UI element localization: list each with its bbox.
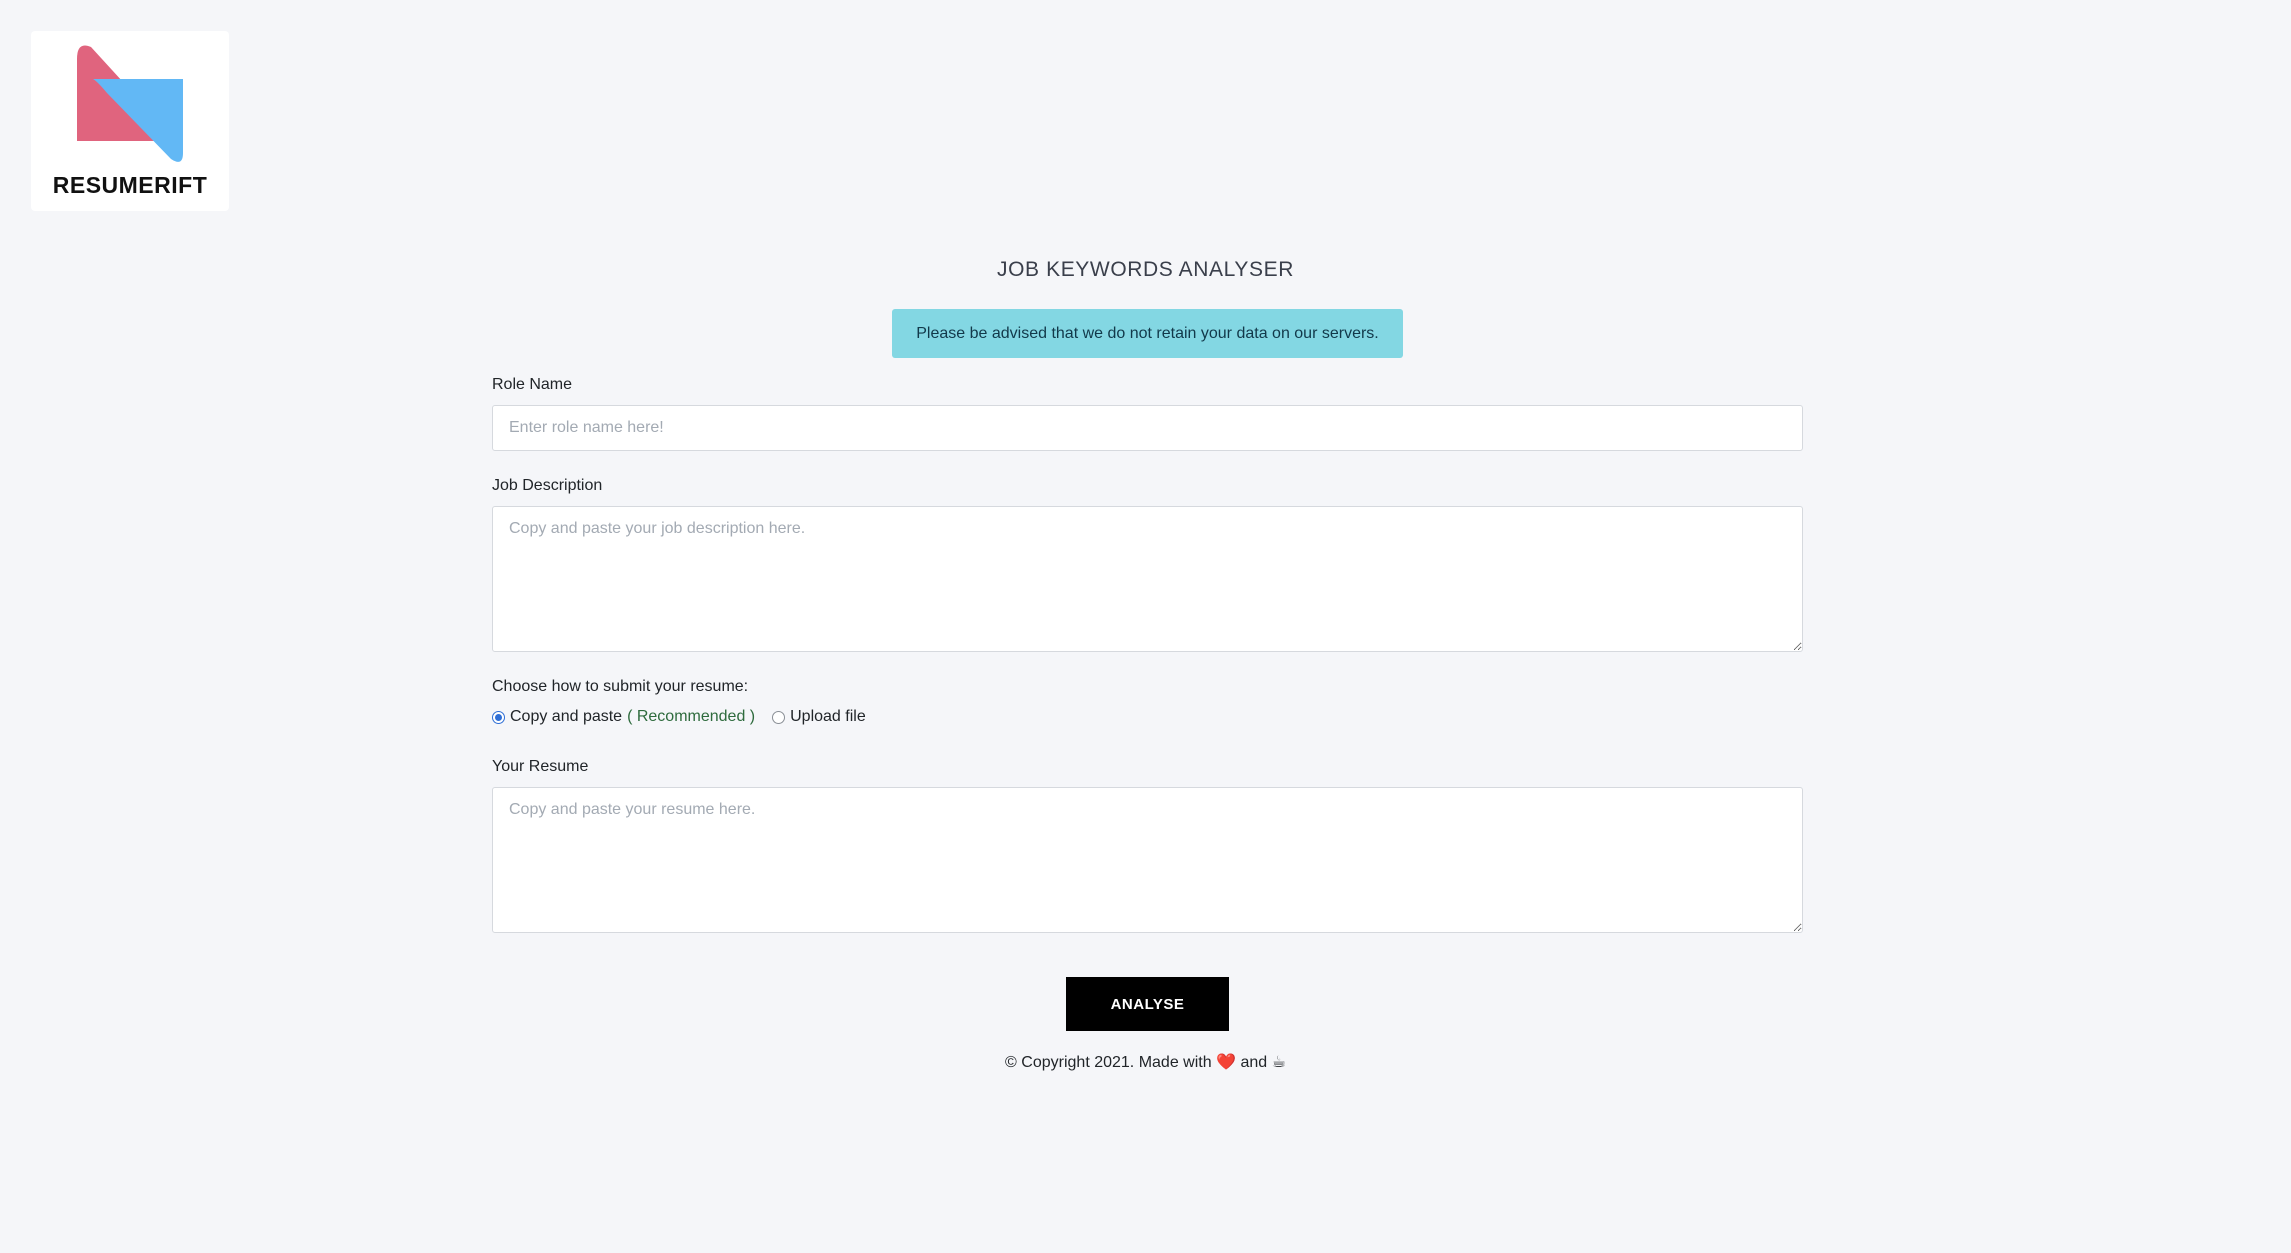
privacy-notice: Please be advised that we do not retain …: [892, 309, 1403, 358]
coffee-icon: ☕: [1271, 1054, 1286, 1071]
job-description-label: Job Description: [492, 477, 603, 494]
resumerift-logo-mark: [77, 45, 183, 162]
copy-paste-radio[interactable]: [492, 710, 505, 724]
analyse-button[interactable]: ANALYSE: [1066, 977, 1229, 1031]
copy-paste-label[interactable]: Copy and paste: [510, 708, 622, 726]
resume-label: Your Resume: [492, 758, 589, 775]
role-name-input[interactable]: [492, 405, 1803, 451]
role-name-label: Role Name: [492, 376, 573, 393]
brand-logo[interactable]: RESUMERIFT: [31, 31, 229, 211]
submit-method-label: Choose how to submit your resume:: [492, 678, 749, 695]
job-description-textarea[interactable]: [492, 506, 1803, 652]
resume-textarea[interactable]: [492, 787, 1803, 933]
recommended-note: ( Recommended ): [627, 708, 756, 725]
copyright-text: © Copyright 2021. Made with: [1005, 1054, 1212, 1071]
submit-method-group: Copy and paste ( Recommended ) Upload fi…: [492, 708, 866, 726]
upload-file-radio[interactable]: [772, 710, 786, 724]
brand-name: RESUMERIFT: [52, 172, 208, 198]
footer-and: and: [1240, 1054, 1268, 1071]
heart-icon: ❤️: [1216, 1054, 1236, 1071]
page-title: JOB KEYWORDS ANALYSER: [997, 258, 1294, 281]
footer: © Copyright 2021. Made with ❤️ and ☕: [0, 1052, 2291, 1072]
upload-file-label[interactable]: Upload file: [790, 708, 866, 726]
